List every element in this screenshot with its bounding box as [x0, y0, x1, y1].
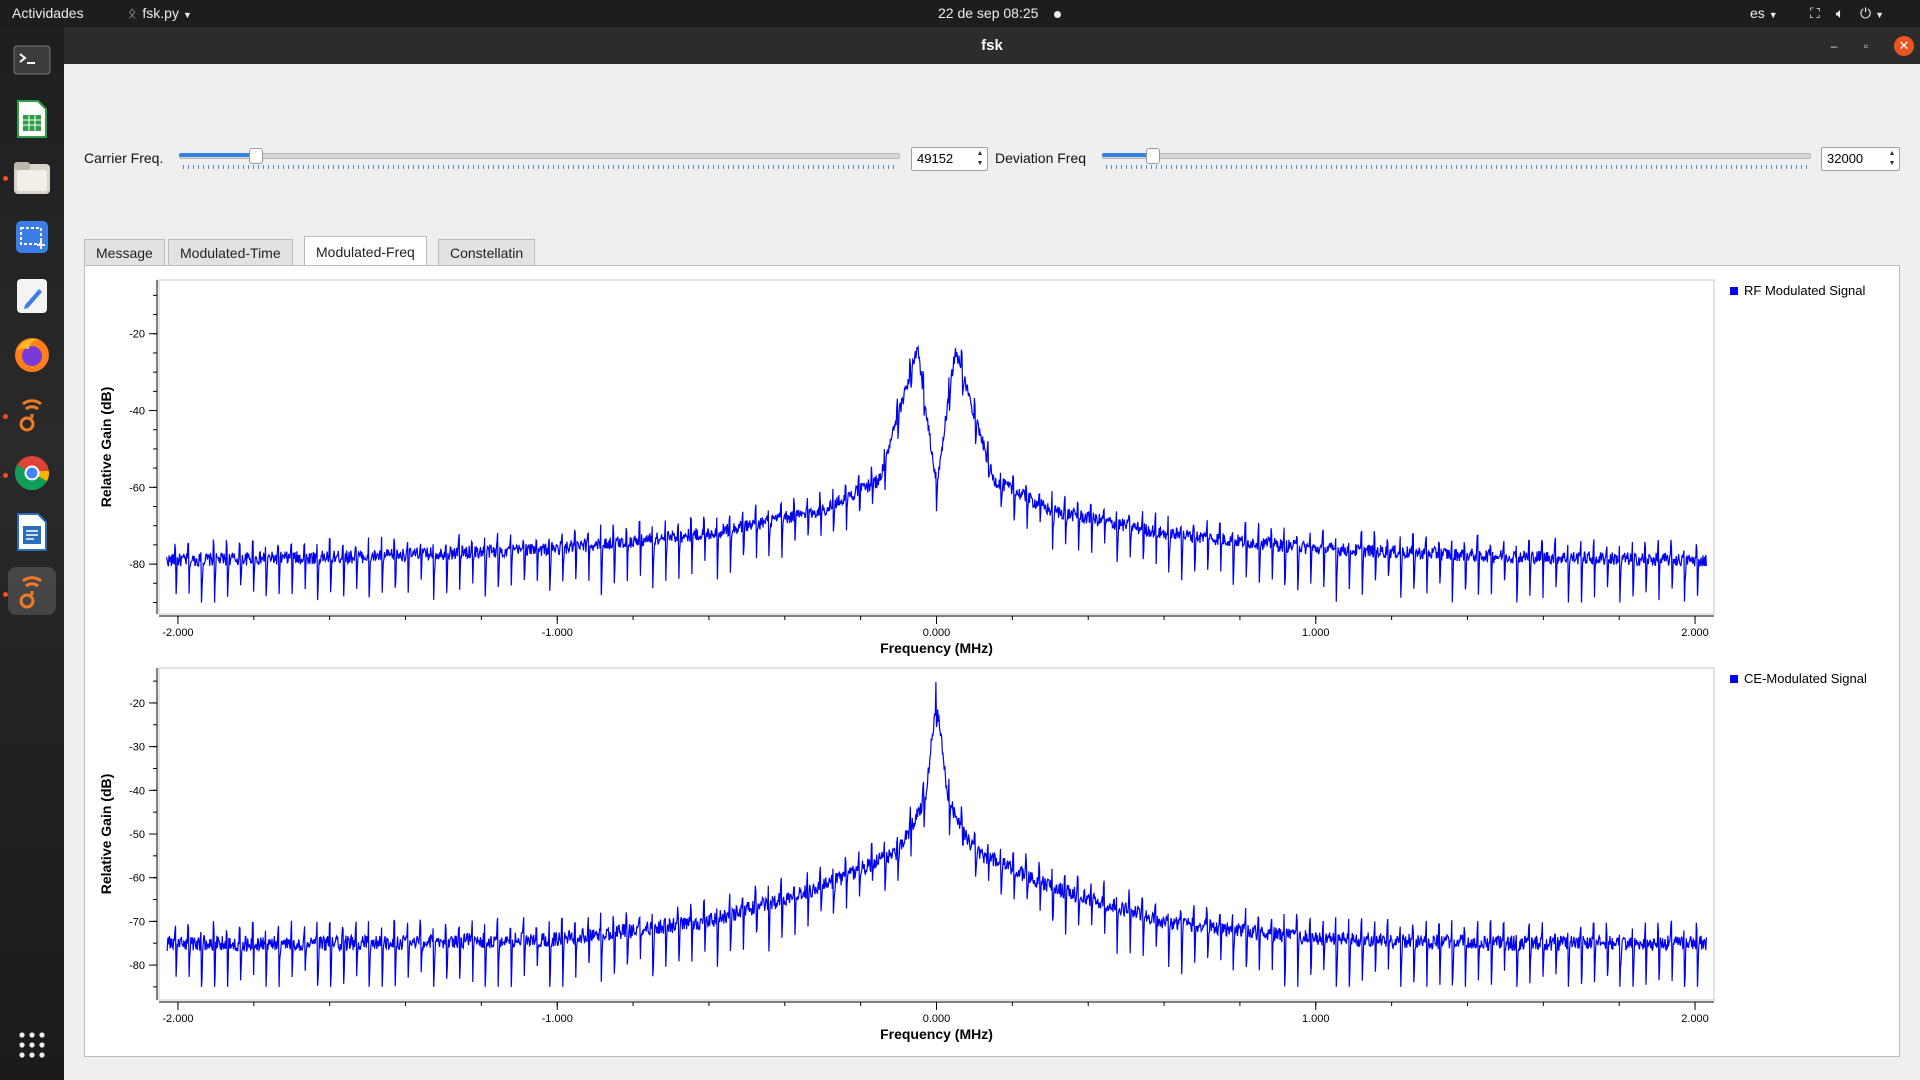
x-tick-label: -1.000 — [542, 1013, 573, 1025]
frequency-plots: -20 -40 -60 -80 -2.000 -1.000 0.000 1.000 2.000 F… — [98, 279, 1867, 1042]
x-axis-label: Frequency (MHz) — [880, 640, 993, 656]
chevron-down-icon: ▼ — [1768, 10, 1778, 20]
gnuradio-icon[interactable] — [8, 567, 56, 615]
y-axis-label: Relative Gain (dB) — [98, 387, 114, 508]
x-axis-label: Frequency (MHz) — [880, 1026, 993, 1042]
close-button[interactable]: ✕ — [1894, 36, 1914, 56]
chevron-down-icon: ▼ — [182, 10, 192, 20]
carrier-freq-slider[interactable] — [179, 147, 900, 169]
gnuradio-icon[interactable] — [8, 390, 56, 438]
legend-swatch — [1730, 287, 1738, 295]
carrier-freq-input[interactable] — [912, 148, 978, 168]
slider-handle[interactable] — [1145, 148, 1160, 164]
y-tick-label: -60 — [129, 873, 145, 885]
tab-constellatin[interactable]: Constellatin — [438, 239, 536, 265]
x-tick-label: -2.000 — [162, 1013, 193, 1025]
y-tick-label: -40 — [129, 406, 145, 418]
slider-groove — [1102, 153, 1811, 159]
volume-icon: 🔈︎ — [1835, 5, 1845, 21]
language-label: es — [1750, 5, 1765, 21]
carrier-freq-spinbox[interactable]: ▲▼ — [911, 147, 988, 171]
y-tick-label: -70 — [129, 916, 145, 928]
slider-ticks — [183, 165, 896, 169]
power-icon: ⏻ — [1860, 5, 1872, 21]
y-tick-label: -80 — [129, 559, 145, 571]
spreadsheet-icon[interactable] — [8, 95, 56, 143]
writer-icon[interactable] — [8, 508, 56, 556]
carrier-freq-label: Carrier Freq. — [84, 150, 164, 166]
plot-area — [158, 279, 1715, 615]
window-titlebar[interactable]: fsk – ▫ ✕ — [64, 27, 1920, 64]
y-tick-label: -50 — [129, 829, 145, 841]
deviation-freq-label: Deviation Freq — [995, 150, 1087, 166]
deviation-freq-slider[interactable] — [1102, 147, 1811, 169]
dock — [0, 27, 64, 1080]
tab-modulated-freq[interactable]: Modulated-Freq — [304, 236, 427, 266]
x-tick-label: 1.000 — [1302, 627, 1330, 639]
text-editor-icon[interactable] — [8, 272, 56, 320]
x-tick-label: 0.000 — [923, 1013, 951, 1025]
y-tick-label: -60 — [129, 482, 145, 494]
legend-label: CE-Modulated Signal — [1744, 671, 1867, 686]
app-menu-label: fsk.py — [142, 5, 179, 21]
slider-fill — [1102, 153, 1152, 157]
activities-button[interactable]: Actividades — [12, 0, 84, 27]
deviation-freq-spinbox[interactable]: ▲▼ — [1821, 147, 1900, 171]
top-bar: Actividades ᛟ fsk.py ▼ 22 de sep 08:25 es ▼… — [0, 0, 1920, 27]
x-tick-label: 2.000 — [1681, 1013, 1709, 1025]
x-tick-label: 1.000 — [1302, 1013, 1330, 1025]
y-tick-label: -80 — [129, 960, 145, 972]
spin-arrows-icon[interactable]: ▲ ▼ — [974, 149, 986, 169]
app-menu[interactable]: ᛟ fsk.py ▼ — [128, 0, 192, 27]
x-tick-label: -2.000 — [162, 627, 193, 639]
tab-panel: -20 -40 -60 -80 -2.000 -1.000 0.000 1.000 2.000 F… — [84, 265, 1900, 1057]
firefox-icon[interactable] — [8, 331, 56, 379]
y-tick-label: -40 — [129, 785, 145, 797]
slider-handle[interactable] — [248, 148, 263, 164]
screenshot-icon[interactable] — [8, 213, 56, 261]
maximize-button[interactable]: ▫ — [1856, 36, 1876, 56]
y-axis-label: Relative Gain (dB) — [98, 774, 114, 895]
legend-swatch — [1730, 675, 1738, 683]
minimize-button[interactable]: – — [1824, 36, 1844, 56]
chevron-down-icon: ▼ — [1875, 10, 1884, 20]
window-title: fsk — [981, 37, 1003, 54]
files-icon[interactable] — [8, 154, 56, 202]
legend-label: RF Modulated Signal — [1744, 283, 1866, 298]
language-menu[interactable]: es ▼ — [1750, 0, 1778, 27]
system-menu[interactable]: ⛶ 🔈︎ ⏻ ▼ — [1810, 0, 1884, 27]
y-tick-label: -30 — [129, 742, 145, 754]
tab-modulated-time[interactable]: Modulated-Time — [168, 239, 293, 265]
terminal-icon[interactable] — [8, 36, 56, 84]
spin-arrows-icon[interactable]: ▲ ▼ — [1886, 149, 1898, 169]
y-tick-label: -20 — [129, 698, 145, 710]
x-tick-label: 0.000 — [923, 627, 951, 639]
x-tick-label: -1.000 — [542, 627, 573, 639]
deviation-freq-input[interactable] — [1822, 148, 1888, 168]
tab-message[interactable]: Message — [84, 239, 165, 265]
network-icon: ⛶ — [1810, 5, 1820, 21]
app-grid-icon[interactable] — [8, 1021, 56, 1069]
notification-dot-icon — [1054, 10, 1062, 18]
app-menu-icon: ᛟ — [128, 5, 137, 21]
clock-label: 22 de sep 08:25 — [938, 5, 1039, 21]
slider-ticks — [1106, 165, 1807, 169]
slider-groove — [179, 153, 900, 159]
chrome-icon[interactable] — [8, 449, 56, 497]
y-tick-label: -20 — [129, 329, 145, 341]
x-tick-label: 2.000 — [1681, 627, 1709, 639]
clock[interactable]: 22 de sep 08:25 — [938, 0, 1062, 27]
slider-fill — [179, 153, 255, 157]
